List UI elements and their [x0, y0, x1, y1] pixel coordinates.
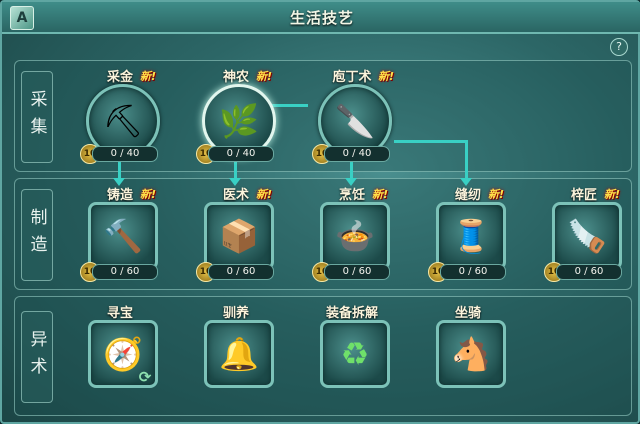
skill-name: 装备拆解: [325, 306, 378, 321]
skill-sewing[interactable]: 缝纫 新! 🧵 10 0 / 60: [426, 184, 510, 294]
herb-shovel-icon: 🌿: [219, 102, 259, 140]
progress-text: 0 / 60: [574, 266, 604, 277]
skill-name: 寻宝: [106, 306, 133, 321]
gathering-row-label: 采集: [21, 71, 53, 163]
equipment-dismantle-icon: ♻: [340, 335, 370, 373]
progress-bar: 0 / 40: [324, 146, 390, 162]
progress-text: 0 / 40: [226, 148, 256, 159]
skill-treasure-hunt[interactable]: 寻宝 🧭 ⟳: [78, 302, 162, 412]
bells-icon: 🔔: [219, 335, 259, 373]
anvil-hammer-icon: 🔨: [103, 217, 143, 255]
horse-mount-icon: 🐴: [451, 335, 491, 373]
progress-bar: 0 / 40: [208, 146, 274, 162]
title-bar[interactable]: A 生活技艺: [2, 2, 640, 34]
progress-bar: 0 / 60: [556, 264, 622, 280]
skill-icon-frame: 🪚: [552, 202, 622, 270]
skill-icon-frame: 🍲: [320, 202, 390, 270]
sewing-spool-icon: 🧵: [451, 217, 491, 255]
carpenter-plane-icon: 🪚: [567, 217, 607, 255]
progress-text: 0 / 40: [110, 148, 140, 159]
new-badge: 新!: [256, 188, 273, 201]
skill-mount[interactable]: 坐骑 🐴: [426, 302, 510, 412]
new-badge: 新!: [488, 188, 505, 201]
skill-casting[interactable]: 铸造 新! 🔨 10 0 / 60: [78, 184, 162, 294]
new-badge: 新!: [378, 70, 395, 83]
skill-cooking[interactable]: 烹饪 新! 🍲 10 0 / 60: [310, 184, 394, 294]
skill-name: 坐骑: [454, 306, 481, 321]
skill-equipment-dismantle[interactable]: 装备拆解 ♻: [310, 302, 394, 412]
progress-bar: 0 / 60: [440, 264, 506, 280]
skill-butchery[interactable]: 庖丁术 新! 🔪 10 0 / 40: [310, 66, 394, 176]
skill-icon-frame: 🔔: [204, 320, 274, 388]
window-title: 生活技艺: [289, 9, 354, 27]
new-badge: 新!: [604, 188, 621, 201]
progress-text: 0 / 60: [110, 266, 140, 277]
progress-bar: 0 / 60: [208, 264, 274, 280]
progress-bar: 0 / 40: [92, 146, 158, 162]
progress-bar: 0 / 60: [324, 264, 390, 280]
life-skills-window: A 生活技艺 ? 采集 制造 异术 采金 新! ⛏ 10 0 / 40 神农 新…: [0, 0, 640, 424]
pickaxe-icon: ⛏: [102, 102, 144, 140]
new-badge: 新!: [140, 188, 157, 201]
skill-name: 驯养: [222, 306, 249, 321]
butcher-knife-icon: 🔪: [335, 102, 375, 140]
skill-taming[interactable]: 驯养 🔔: [194, 302, 278, 412]
special-arts-row-label: 异术: [21, 311, 53, 403]
progress-text: 0 / 60: [226, 266, 256, 277]
cooking-wok-icon: 🍲: [335, 217, 375, 255]
progress-bar: 0 / 60: [92, 264, 158, 280]
skill-medicine[interactable]: 医术 新! 📦 10 0 / 60: [194, 184, 278, 294]
progress-text: 0 / 40: [342, 148, 372, 159]
crafting-row-label: 制造: [21, 189, 53, 281]
medicine-box-icon: 📦: [219, 217, 259, 255]
help-button[interactable]: ?: [610, 38, 628, 56]
refresh-icon: ⟳: [138, 368, 152, 386]
skill-icon-frame: 📦: [204, 202, 274, 270]
skill-icon-frame: 🔨: [88, 202, 158, 270]
new-badge: 新!: [256, 70, 273, 83]
skill-icon-frame: 🐴: [436, 320, 506, 388]
new-badge: 新!: [372, 188, 389, 201]
link-line: [394, 140, 468, 143]
progress-text: 0 / 60: [458, 266, 488, 277]
skill-herbalism[interactable]: 神农 新! 🌿 10 0 / 40: [194, 66, 278, 176]
new-badge: 新!: [140, 70, 157, 83]
skill-icon-frame: 🧵: [436, 202, 506, 270]
link-line: [465, 140, 468, 180]
skill-icon-frame: ♻: [320, 320, 390, 388]
skill-carpentry[interactable]: 梓匠 新! 🪚 10 0 / 60: [542, 184, 626, 294]
skill-gold-mining[interactable]: 采金 新! ⛏ 10 0 / 40: [78, 66, 162, 176]
progress-text: 0 / 60: [342, 266, 372, 277]
